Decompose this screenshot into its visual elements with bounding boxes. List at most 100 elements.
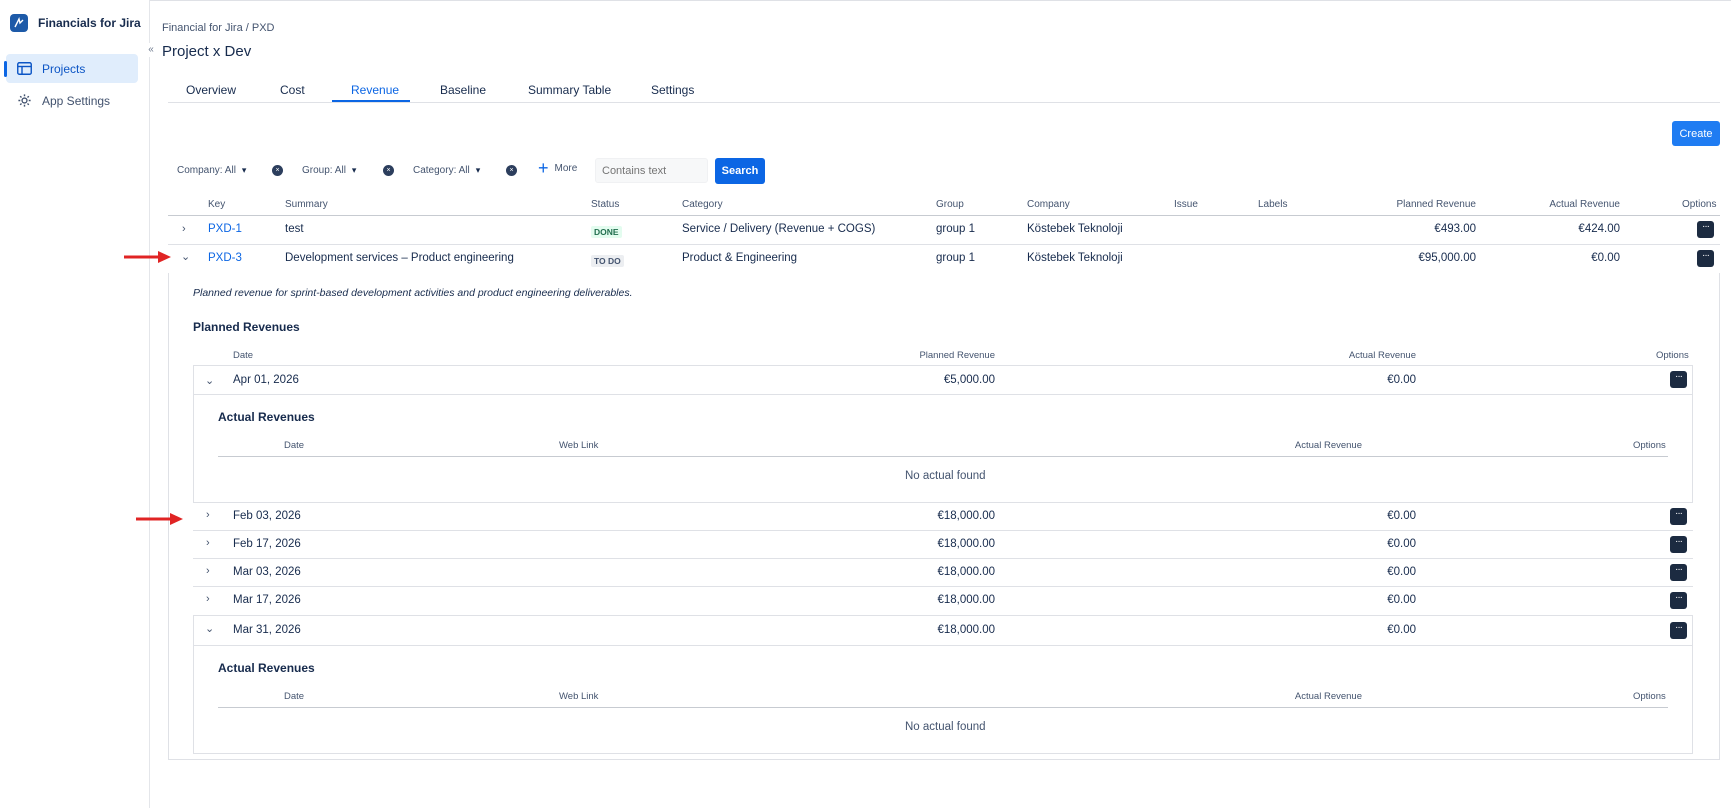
- column-header-category[interactable]: Category: [682, 199, 723, 210]
- column-header-options[interactable]: Options: [1682, 199, 1716, 210]
- tab-summary-table[interactable]: Summary Table: [528, 83, 611, 97]
- planned-header-options[interactable]: Options: [1656, 350, 1689, 361]
- actual-header-actual-revenue[interactable]: Actual Revenue: [1240, 440, 1362, 451]
- tab-settings[interactable]: Settings: [651, 83, 694, 97]
- collapse-row-icon[interactable]: ⌄: [205, 622, 214, 635]
- active-tab-indicator: [332, 100, 410, 102]
- plus-icon: +: [538, 158, 549, 178]
- sidebar-item-projects[interactable]: Projects: [4, 54, 138, 83]
- column-header-company[interactable]: Company: [1027, 199, 1070, 210]
- expand-row-icon[interactable]: ›: [206, 509, 210, 521]
- sidebar-item-app-settings[interactable]: App Settings: [6, 86, 138, 115]
- planned-revenue-value: €95,000.00: [1418, 252, 1476, 264]
- column-header-labels[interactable]: Labels: [1258, 199, 1287, 210]
- gear-icon: [16, 93, 32, 109]
- planned-header-actual-revenue[interactable]: Actual Revenue: [1290, 350, 1416, 361]
- search-button[interactable]: Search: [715, 158, 765, 184]
- issue-group: group 1: [936, 252, 976, 264]
- category-filter[interactable]: Category: All ▾: [413, 165, 480, 176]
- category-filter-label: Category: All: [413, 165, 470, 176]
- chevron-down-icon: ▾: [241, 165, 247, 175]
- issue-description: Planned revenue for sprint-based develop…: [193, 287, 633, 299]
- tab-overview[interactable]: Overview: [186, 83, 236, 97]
- planned-revenue-value: €5,000.00: [943, 374, 995, 386]
- actual-header-options[interactable]: Options: [1633, 691, 1666, 702]
- planned-date: Mar 17, 2026: [233, 594, 301, 606]
- create-button[interactable]: Create: [1672, 121, 1720, 146]
- breadcrumb[interactable]: Financial for Jira / PXD: [162, 22, 274, 34]
- expand-row-icon[interactable]: ›: [206, 593, 210, 605]
- row-options-button[interactable]: ···: [1670, 508, 1687, 525]
- issue-company: Köstebek Teknoloji: [1027, 252, 1123, 264]
- actual-revenues-title: Actual Revenues: [218, 661, 315, 675]
- row-options-button[interactable]: ···: [1670, 564, 1687, 581]
- actual-revenue-value: €0.00: [1387, 624, 1416, 636]
- column-header-summary[interactable]: Summary: [285, 199, 328, 210]
- tab-cost[interactable]: Cost: [280, 83, 305, 97]
- clear-category-filter-icon[interactable]: ×: [506, 165, 517, 176]
- chevron-down-icon: ▾: [475, 165, 481, 175]
- planned-header-date[interactable]: Date: [233, 350, 253, 361]
- row-options-button[interactable]: ···: [1697, 250, 1714, 267]
- row-options-button[interactable]: ···: [1670, 622, 1687, 639]
- column-header-status[interactable]: Status: [591, 199, 619, 210]
- sidebar-item-label: App Settings: [42, 93, 111, 108]
- group-filter[interactable]: Group: All ▾: [302, 165, 356, 176]
- search-input[interactable]: [595, 158, 708, 183]
- column-header-planned-revenue[interactable]: Planned Revenue: [1380, 199, 1476, 210]
- annotation-arrow: [136, 513, 183, 525]
- actual-header-web-link[interactable]: Web Link: [559, 691, 598, 702]
- brand-icon: [10, 14, 28, 32]
- column-header-group[interactable]: Group: [936, 199, 964, 210]
- planned-revenue-value: €493.00: [1434, 223, 1476, 235]
- more-filters-button[interactable]: + More: [538, 158, 577, 178]
- clear-group-filter-icon[interactable]: ×: [383, 165, 394, 176]
- planned-date: Mar 31, 2026: [233, 624, 301, 636]
- row-options-button[interactable]: ···: [1670, 371, 1687, 388]
- subtable-border: [193, 502, 1693, 503]
- actual-revenues-title: Actual Revenues: [218, 410, 315, 424]
- planned-header-planned-revenue[interactable]: Planned Revenue: [870, 350, 995, 361]
- row-options-button[interactable]: ···: [1697, 221, 1714, 238]
- planned-revenue-value: €18,000.00: [937, 594, 995, 606]
- actual-header-date[interactable]: Date: [284, 691, 304, 702]
- company-filter-label: Company: All: [177, 165, 236, 176]
- issue-category: Product & Engineering: [682, 252, 798, 264]
- header-divider: [168, 215, 1720, 216]
- column-header-actual-revenue[interactable]: Actual Revenue: [1520, 199, 1620, 210]
- status-badge: TO DO: [591, 255, 624, 267]
- expand-row-icon[interactable]: ›: [206, 565, 210, 577]
- column-header-issue[interactable]: Issue: [1174, 199, 1198, 210]
- empty-state-text: No actual found: [905, 721, 986, 733]
- collapse-sidebar-icon[interactable]: «: [144, 43, 158, 57]
- actual-header-web-link[interactable]: Web Link: [559, 440, 598, 451]
- row-options-button[interactable]: ···: [1670, 536, 1687, 553]
- tab-bar: Overview Cost Revenue Baseline Summary T…: [168, 76, 1720, 103]
- actual-header-options[interactable]: Options: [1633, 440, 1666, 451]
- collapse-row-icon[interactable]: ⌄: [205, 374, 214, 387]
- planned-date: Feb 03, 2026: [233, 510, 301, 522]
- row-divider: [168, 244, 1720, 245]
- clear-company-filter-icon[interactable]: ×: [272, 165, 283, 176]
- top-border: [0, 0, 1731, 1]
- tab-revenue[interactable]: Revenue: [351, 83, 399, 97]
- actual-header-date[interactable]: Date: [284, 440, 304, 451]
- row-options-button[interactable]: ···: [1670, 592, 1687, 609]
- issue-summary: test: [285, 223, 304, 235]
- planned-date: Mar 03, 2026: [233, 566, 301, 578]
- header-divider: [218, 456, 1668, 457]
- planned-date: Feb 17, 2026: [233, 538, 301, 550]
- issue-key-link[interactable]: PXD-1: [208, 223, 242, 235]
- collapse-row-icon[interactable]: ⌄: [181, 250, 190, 263]
- planned-revenues-title: Planned Revenues: [193, 320, 300, 334]
- company-filter[interactable]: Company: All ▾: [177, 165, 246, 176]
- expand-row-icon[interactable]: ›: [206, 537, 210, 549]
- app-header[interactable]: Financials for Jira: [10, 14, 141, 32]
- actual-header-actual-revenue[interactable]: Actual Revenue: [1240, 691, 1362, 702]
- issue-key-link[interactable]: PXD-3: [208, 252, 242, 264]
- sidebar: Financials for Jira « Projects App Setti…: [0, 0, 158, 808]
- actual-revenue-value: €0.00: [1387, 374, 1416, 386]
- column-header-key[interactable]: Key: [208, 199, 225, 210]
- tab-baseline[interactable]: Baseline: [440, 83, 486, 97]
- expand-row-icon[interactable]: ›: [182, 223, 186, 235]
